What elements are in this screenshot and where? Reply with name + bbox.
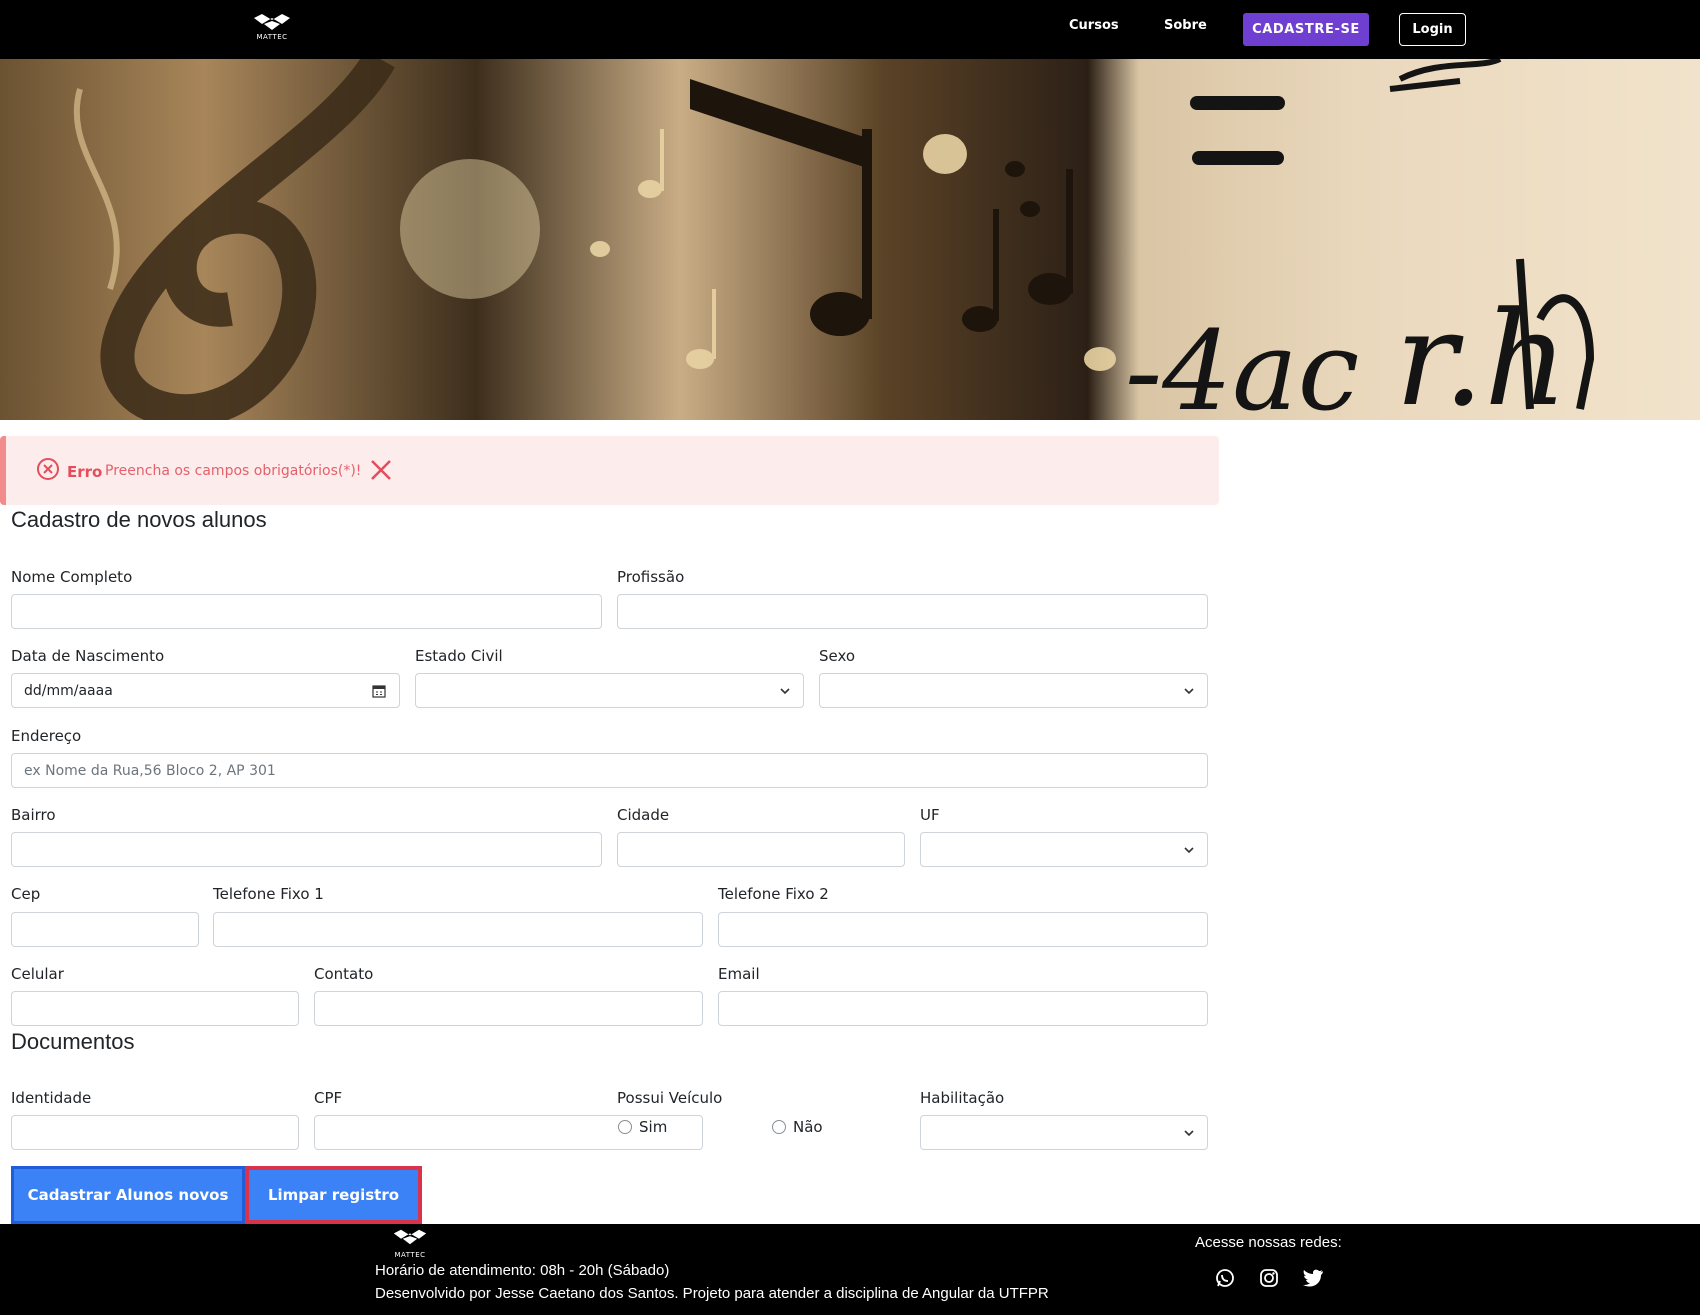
celular-input[interactable]	[11, 991, 299, 1026]
radio-circle[interactable]	[618, 1120, 632, 1134]
navbar: MATTEC Cursos Sobre CADASTRE-SE Login	[0, 0, 1700, 59]
bairro-input[interactable]	[11, 832, 602, 867]
nascimento-date-input[interactable]: dd/mm/aaaa	[11, 673, 400, 708]
signup-button[interactable]: CADASTRE-SE	[1243, 13, 1369, 46]
chevron-down-icon	[780, 688, 790, 695]
endereco-placeholder: ex Nome da Rua,56 Bloco 2, AP 301	[24, 763, 276, 779]
radio-label-nao: Não	[793, 1118, 823, 1136]
error-circle-icon	[37, 458, 59, 480]
uf-select[interactable]	[920, 832, 1208, 867]
label-uf: UF	[920, 806, 940, 824]
label-email: Email	[718, 965, 760, 983]
label-tel1: Telefone Fixo 1	[213, 885, 324, 903]
identidade-input[interactable]	[11, 1115, 299, 1150]
brand-logo[interactable]: MATTEC	[251, 12, 293, 46]
chevron-down-icon	[1184, 847, 1194, 854]
sexo-select[interactable]	[819, 673, 1208, 708]
footer-logo-text: MATTEC	[394, 1251, 426, 1259]
telefone-fixo-1-input[interactable]	[213, 912, 703, 947]
label-cep: Cep	[11, 885, 41, 903]
label-profissao: Profissão	[617, 568, 685, 586]
estado-civil-select[interactable]	[415, 673, 804, 708]
submit-button[interactable]: Cadastrar Alunos novos	[11, 1166, 245, 1224]
nav-link-sobre[interactable]: Sobre	[1164, 18, 1207, 33]
cidade-input[interactable]	[617, 832, 905, 867]
telefone-fixo-2-input[interactable]	[718, 912, 1208, 947]
label-cpf: CPF	[314, 1089, 343, 1107]
logo-icon	[393, 1229, 427, 1245]
footer-social-title: Acesse nossas redes:	[1195, 1234, 1342, 1251]
nome-input[interactable]	[11, 594, 602, 629]
svg-text:r.h: r.h	[1395, 283, 1568, 420]
label-endereco: Endereço	[11, 727, 82, 745]
email-input[interactable]	[718, 991, 1208, 1026]
error-alert: Erro Preencha os campos obrigatórios(*)!	[0, 436, 1219, 505]
label-contato: Contato	[314, 965, 374, 983]
label-sexo: Sexo	[819, 647, 856, 665]
endereco-input[interactable]: ex Nome da Rua,56 Bloco 2, AP 301	[11, 753, 1208, 788]
label-identidade: Identidade	[11, 1089, 92, 1107]
label-tel2: Telefone Fixo 2	[718, 885, 829, 903]
twitter-icon[interactable]	[1302, 1268, 1324, 1288]
alert-title: Erro	[67, 463, 103, 481]
login-button[interactable]: Login	[1399, 13, 1466, 46]
nav-link-cursos[interactable]: Cursos	[1069, 18, 1119, 33]
calendar-icon[interactable]	[372, 684, 386, 698]
hero-banner: -4ac r.h	[0, 59, 1700, 420]
logo-text: MATTEC	[256, 33, 288, 41]
footer-developer: Desenvolvido por Jesse Caetano dos Santo…	[375, 1285, 1049, 1302]
label-nascimento: Data de Nascimento	[11, 647, 165, 665]
clear-button[interactable]: Limpar registro	[245, 1166, 422, 1224]
nascimento-placeholder: dd/mm/aaaa	[24, 683, 113, 699]
hero-artwork: -4ac r.h	[73, 59, 1595, 420]
label-estado-civil: Estado Civil	[415, 647, 503, 665]
label-habilitacao: Habilitação	[920, 1089, 1005, 1107]
contato-input[interactable]	[314, 991, 703, 1026]
footer-hours: Horário de atendimento: 08h - 20h (Sábad…	[375, 1262, 670, 1279]
label-nome: Nome Completo	[11, 568, 133, 586]
form-title: Cadastro de novos alunos	[11, 507, 267, 532]
habilitacao-select[interactable]	[920, 1115, 1208, 1150]
svg-text:-4ac: -4ac	[1125, 307, 1359, 420]
radio-circle[interactable]	[772, 1120, 786, 1134]
whatsapp-icon[interactable]	[1215, 1268, 1235, 1288]
documentos-title: Documentos	[11, 1029, 135, 1054]
logo-icon	[254, 14, 290, 30]
radio-veiculo-sim[interactable]: Sim	[618, 1118, 667, 1136]
instagram-icon[interactable]	[1259, 1268, 1279, 1288]
label-bairro: Bairro	[11, 806, 56, 824]
radio-veiculo-nao[interactable]: Não	[772, 1118, 823, 1136]
chevron-down-icon	[1184, 688, 1194, 695]
close-icon[interactable]	[370, 459, 392, 481]
alert-message: Preencha os campos obrigatórios(*)!	[105, 463, 362, 479]
footer: MATTEC Horário de atendimento: 08h - 20h…	[0, 1224, 1700, 1315]
label-cidade: Cidade	[617, 806, 670, 824]
label-celular: Celular	[11, 965, 64, 983]
footer-logo: MATTEC	[390, 1228, 430, 1259]
profissao-input[interactable]	[617, 594, 1208, 629]
cep-input[interactable]	[11, 912, 199, 947]
label-veiculo: Possui Veículo	[617, 1089, 723, 1107]
chevron-down-icon	[1184, 1130, 1194, 1137]
radio-label-sim: Sim	[639, 1118, 668, 1136]
